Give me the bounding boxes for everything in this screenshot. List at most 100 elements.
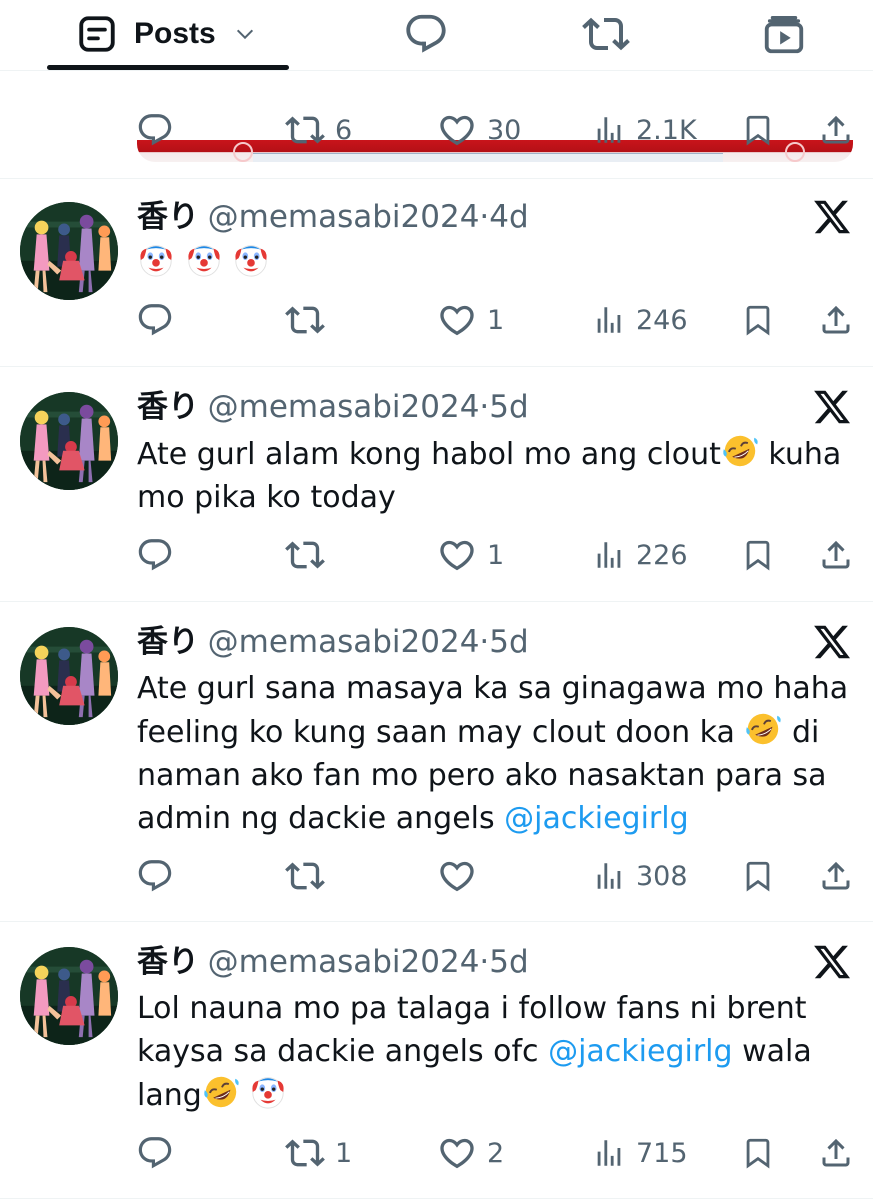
tab-replies[interactable] <box>376 0 476 68</box>
mention-link[interactable]: @jackiegirlg <box>548 1034 732 1069</box>
views-button[interactable]: 226 <box>592 535 688 575</box>
chevron-down-icon[interactable] <box>234 23 256 45</box>
user-handle[interactable]: @memasabi2024 <box>208 199 480 235</box>
timestamp[interactable]: 5d <box>489 389 528 425</box>
clown-face-icon <box>137 241 175 279</box>
reply-button[interactable] <box>136 1133 174 1173</box>
tweet-action-bar: 1 2 715 <box>0 1133 873 1173</box>
repost-count: 6 <box>335 114 353 146</box>
separator-dot: · <box>479 199 490 235</box>
clown-face-icon <box>185 241 223 279</box>
bookmark-button[interactable] <box>741 856 775 896</box>
tab-media[interactable] <box>734 0 834 68</box>
like-button[interactable]: 1 <box>437 300 504 340</box>
view-count: 246 <box>636 304 688 336</box>
avatar[interactable] <box>20 202 118 300</box>
repost-icon <box>582 10 630 58</box>
views-button[interactable]: 2.1K <box>592 110 697 150</box>
view-count: 308 <box>636 860 688 892</box>
previous-post: 6 30 2.1K <box>0 70 873 179</box>
like-button[interactable]: 30 <box>437 110 521 150</box>
repost-button[interactable]: 1 <box>285 1133 352 1173</box>
user-handle[interactable]: @memasabi2024 <box>208 944 480 980</box>
reply-button[interactable] <box>136 535 174 575</box>
display-name[interactable]: 香り <box>137 944 199 980</box>
user-handle[interactable]: @memasabi2024 <box>208 624 480 660</box>
x-logo-icon <box>812 942 852 982</box>
views-button[interactable]: 246 <box>592 300 688 340</box>
separator-dot: · <box>479 389 490 425</box>
repost-button[interactable] <box>285 535 325 575</box>
tab-reposts[interactable] <box>556 0 656 68</box>
tweet-text: Lol nauna mo pa talaga i follow fans ni … <box>137 987 852 1117</box>
views-button[interactable]: 715 <box>592 1133 688 1173</box>
avatar[interactable] <box>20 627 118 725</box>
like-button[interactable]: 2 <box>437 1133 504 1173</box>
mention-link[interactable]: @jackiegirlg <box>504 801 688 836</box>
avatar[interactable] <box>20 947 118 1045</box>
tab-posts[interactable]: Posts <box>48 0 290 68</box>
tweet[interactable]: 香り @memasabi2024·4d 1 246 <box>0 179 873 367</box>
reply-icon <box>403 11 449 57</box>
like-count: 2 <box>487 1137 505 1169</box>
rolling-on-floor-laughing-icon <box>202 1073 240 1111</box>
bookmark-button[interactable] <box>741 1133 775 1173</box>
timestamp[interactable]: 5d <box>489 624 528 660</box>
like-count: 1 <box>487 539 505 571</box>
tweet-text-part: Ate gurl sana masaya ka sa ginagawa mo h… <box>137 671 849 750</box>
tweet[interactable]: 香り @memasabi2024·5d Ate gurl alam kong h… <box>0 367 873 602</box>
share-button[interactable] <box>818 110 854 150</box>
tweet-header: 香り @memasabi2024·5d <box>137 389 529 425</box>
display-name[interactable]: 香り <box>137 624 199 660</box>
bookmark-button[interactable] <box>741 535 775 575</box>
posts-icon <box>76 13 118 55</box>
reply-button[interactable] <box>136 300 174 340</box>
tab-posts-label: Posts <box>134 17 216 50</box>
like-button[interactable]: 1 <box>437 535 504 575</box>
reply-button[interactable] <box>136 110 174 150</box>
share-button[interactable] <box>818 856 854 896</box>
tweet-action-bar: 308 <box>0 856 873 896</box>
tweet-action-bar: 1 246 <box>0 300 873 340</box>
timestamp[interactable]: 4d <box>489 199 528 235</box>
bookmark-button[interactable] <box>741 110 775 150</box>
display-name[interactable]: 香り <box>137 199 199 235</box>
repost-count: 1 <box>335 1137 353 1169</box>
avatar[interactable] <box>20 392 118 490</box>
share-button[interactable] <box>818 535 854 575</box>
tweet-header: 香り @memasabi2024·5d <box>137 624 529 660</box>
tweet[interactable]: 香り @memasabi2024·5d Ate gurl sana masaya… <box>0 602 873 922</box>
separator-dot: · <box>479 944 490 980</box>
video-icon <box>761 11 807 57</box>
like-button[interactable] <box>437 856 477 896</box>
separator-dot: · <box>479 624 490 660</box>
clown-face-icon <box>249 1073 287 1111</box>
view-count: 2.1K <box>636 114 697 146</box>
tweet-text <box>137 241 852 285</box>
tweet-text-part: Ate gurl alam kong habol mo ang clout <box>137 437 721 472</box>
share-button[interactable] <box>818 1133 854 1173</box>
clown-face-icon <box>232 241 270 279</box>
rolling-on-floor-laughing-icon <box>744 710 782 748</box>
views-button[interactable]: 308 <box>592 856 688 896</box>
reply-button[interactable] <box>136 856 174 896</box>
display-name[interactable]: 香り <box>137 389 199 425</box>
repost-button[interactable] <box>285 300 325 340</box>
user-handle[interactable]: @memasabi2024 <box>208 389 480 425</box>
x-logo-icon <box>812 387 852 427</box>
x-logo-icon <box>812 622 852 662</box>
bookmark-button[interactable] <box>741 300 775 340</box>
like-count: 30 <box>487 114 522 146</box>
repost-button[interactable]: 6 <box>285 110 352 150</box>
profile-tab-bar: Posts <box>0 0 873 71</box>
share-button[interactable] <box>818 300 854 340</box>
tweet-text: Ate gurl sana masaya ka sa ginagawa mo h… <box>137 667 852 840</box>
tweet[interactable]: 香り @memasabi2024·5d Lol nauna mo pa tala… <box>0 922 873 1199</box>
timestamp[interactable]: 5d <box>489 944 528 980</box>
repost-button[interactable] <box>285 856 325 896</box>
x-logo-icon <box>812 197 852 237</box>
tweet-header: 香り @memasabi2024·5d <box>137 944 529 980</box>
like-count: 1 <box>487 304 505 336</box>
view-count: 226 <box>636 539 688 571</box>
post-action-bar: 6 30 2.1K <box>0 110 873 150</box>
